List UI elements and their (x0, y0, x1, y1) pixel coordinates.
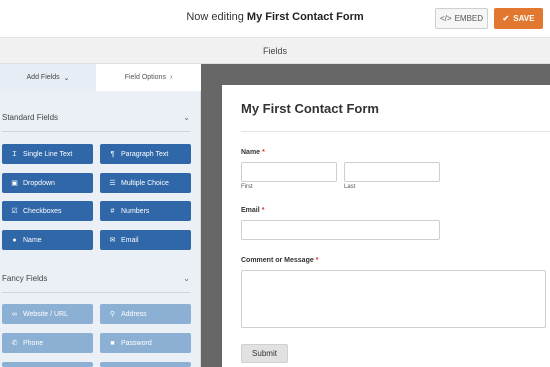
tab-field-options[interactable]: Field Options › (96, 64, 201, 91)
dropdown-icon: ▣ (11, 180, 18, 187)
fields-header: Fields (0, 37, 550, 64)
field-button-single-line-text[interactable]: Ɪ Single Line Text (2, 144, 93, 164)
embed-button[interactable]: </> EMBED (435, 8, 488, 29)
name-label-text: Name (241, 149, 261, 156)
field-button-dropdown[interactable]: ▣ Dropdown (2, 173, 93, 193)
fancy-fields-toggle[interactable]: Fancy Fields ⌄ (2, 274, 190, 288)
field-button-address[interactable]: ⚲ Address (100, 304, 191, 324)
field-button-paragraph-text[interactable]: ¶ Paragraph Text (100, 144, 191, 164)
comment-textarea[interactable] (241, 270, 546, 328)
standard-fields-toggle[interactable]: Standard Fields ⌄ (2, 113, 190, 127)
email-field-label: Email * (241, 207, 264, 214)
field-button-numbers[interactable]: # Numbers (100, 201, 191, 221)
editing-form-name: My First Contact Form (246, 11, 364, 23)
tab-field-options-label: Field Options (124, 74, 166, 81)
map-pin-icon: ⚲ (109, 311, 116, 318)
save-label: SAVE (513, 14, 535, 23)
field-button-name[interactable]: ● Name (2, 230, 93, 250)
section-divider (2, 131, 190, 132)
field-button-label: Name (23, 236, 42, 244)
name-first-input[interactable] (241, 162, 337, 182)
code-icon: </> (439, 14, 452, 23)
envelope-icon: ✉ (109, 237, 116, 244)
field-button-partial[interactable] (2, 362, 93, 367)
field-button-label: Website / URL (23, 310, 68, 318)
field-button-label: Dropdown (23, 179, 55, 187)
editing-prefix: Now editing (186, 11, 244, 23)
chevron-down-icon: ⌄ (183, 113, 190, 122)
field-button-label: Multiple Choice (121, 179, 169, 187)
field-button-label: Phone (23, 339, 44, 347)
section-divider (2, 292, 190, 293)
text-cursor-icon: Ɪ (12, 150, 17, 158)
name-last-sublabel: Last (344, 184, 356, 190)
comment-field-label: Comment or Message * (241, 257, 318, 264)
tab-add-fields[interactable]: Add Fields ⌄ (0, 64, 96, 91)
name-last-input[interactable] (344, 162, 440, 182)
fields-title: Fields (262, 46, 287, 56)
sidebar-tabs: Add Fields ⌄ Field Options › (0, 64, 201, 91)
chevron-down-icon: ⌄ (183, 274, 190, 283)
field-button-password[interactable]: ■ Password (100, 333, 191, 353)
form-title-divider (241, 131, 550, 132)
comment-label-text: Comment or Message (241, 257, 314, 264)
top-bar: Now editing My First Contact Form </> EM… (0, 0, 550, 37)
link-icon: ∞ (12, 310, 17, 318)
chevron-right-icon: › (169, 74, 173, 81)
field-button-website-url[interactable]: ∞ Website / URL (2, 304, 93, 324)
paragraph-icon: ¶ (110, 150, 115, 158)
save-button[interactable]: ✔ SAVE (494, 8, 543, 29)
list-icon: ☰ (109, 180, 116, 187)
user-icon: ● (12, 236, 17, 244)
hash-icon: # (110, 207, 115, 215)
email-label-text: Email (241, 207, 260, 214)
name-field-label: Name * (241, 149, 265, 156)
field-button-label: Single Line Text (23, 150, 73, 158)
check-icon: ✔ (502, 14, 510, 23)
field-button-phone[interactable]: ✆ Phone (2, 333, 93, 353)
field-button-email[interactable]: ✉ Email (100, 230, 191, 250)
required-marker: * (261, 207, 265, 214)
field-button-label: Checkboxes (23, 207, 62, 215)
fancy-fields-title: Fancy Fields (2, 274, 48, 283)
form-title: My First Contact Form (241, 101, 379, 116)
name-first-sublabel: First (241, 184, 253, 190)
email-input[interactable] (241, 220, 440, 240)
field-button-checkboxes[interactable]: ☑ Checkboxes (2, 201, 93, 221)
field-button-label: Paragraph Text (121, 150, 169, 158)
field-button-multiple-choice[interactable]: ☰ Multiple Choice (100, 173, 191, 193)
standard-fields-title: Standard Fields (2, 113, 59, 122)
field-button-label: Password (121, 339, 152, 347)
checkbox-icon: ☑ (11, 208, 18, 215)
field-button-partial[interactable] (100, 362, 191, 367)
chevron-down-icon: ⌄ (63, 74, 70, 82)
field-button-label: Address (121, 310, 147, 318)
field-button-label: Email (121, 236, 139, 244)
required-marker: * (262, 149, 265, 156)
lock-icon: ■ (110, 339, 115, 347)
tab-add-fields-label: Add Fields (26, 74, 60, 81)
phone-icon: ✆ (11, 340, 18, 347)
submit-button[interactable]: Submit (241, 344, 288, 363)
required-marker: * (315, 257, 319, 264)
field-button-label: Numbers (121, 207, 150, 215)
embed-label: EMBED (454, 14, 484, 23)
